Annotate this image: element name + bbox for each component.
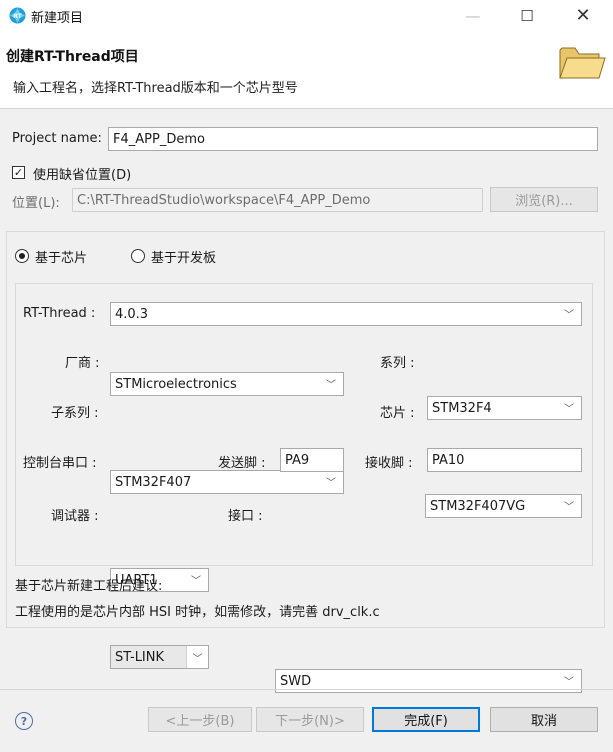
maximize-button[interactable]: ☐ — [504, 0, 550, 31]
rx-pin-label: 接收脚 : — [365, 456, 413, 471]
rx-pin-input[interactable]: PA10 — [427, 448, 582, 472]
vendor-label: 厂商 : — [65, 356, 100, 371]
series-label: 系列 : — [380, 356, 415, 371]
vendor-value: STMicroelectronics — [115, 376, 237, 392]
series-value: STM32F4 — [432, 400, 492, 416]
rtthread-version-label: RT-Thread : — [23, 306, 96, 321]
banner-description: 输入工程名，选择RT-Thread版本和一个芯片型号 — [13, 81, 298, 96]
open-folder-icon — [557, 42, 607, 82]
project-name-input[interactable]: F4_APP_Demo — [108, 127, 598, 151]
debugger-value: ST-LINK — [115, 649, 165, 665]
chevron-down-icon: ﹀ — [186, 646, 208, 668]
subseries-select[interactable]: STM32F407 ﹀ — [110, 470, 344, 494]
advice-heading: 基于芯片新建工程后建议: — [15, 579, 163, 594]
chip-value: STM32F407VG — [430, 498, 526, 514]
window-title: 新建项目 — [31, 11, 84, 26]
subseries-value: STM32F407 — [115, 474, 192, 490]
location-label: 位置(L): — [12, 196, 60, 211]
footer-divider — [0, 689, 613, 690]
chevron-down-icon: ﹀ — [326, 477, 336, 489]
use-default-location-label: 使用缺省位置(D) — [33, 168, 132, 183]
header-banner — [0, 31, 613, 109]
close-button[interactable]: ✕ — [560, 0, 606, 31]
chip-select[interactable]: STM32F407VG ﹀ — [425, 494, 582, 518]
vendor-select[interactable]: STMicroelectronics ﹀ — [110, 372, 344, 396]
chevron-down-icon: ﹀ — [564, 676, 574, 688]
location-input[interactable]: C:\RT-ThreadStudio\workspace\F4_APP_Demo — [72, 188, 483, 212]
rtthread-version-value: 4.0.3 — [115, 306, 149, 322]
cancel-button[interactable]: 取消 — [490, 707, 598, 732]
tx-pin-label: 发送脚 : — [218, 456, 266, 471]
tx-pin-input[interactable]: PA9 — [280, 448, 344, 472]
svg-text:RT: RT — [13, 13, 22, 20]
help-icon[interactable]: ? — [15, 712, 33, 730]
advice-text: 工程使用的是芯片内部 HSI 时钟，如需修改，请完善 drv_clk.c — [15, 605, 380, 620]
rt-thread-app-icon: RT — [9, 7, 26, 24]
chip-label: 芯片 : — [380, 406, 415, 421]
back-button[interactable]: <上一步(B) — [148, 707, 252, 732]
finish-button[interactable]: 完成(F) — [372, 707, 480, 732]
series-select[interactable]: STM32F4 ﹀ — [427, 396, 582, 420]
console-uart-label: 控制台串口 : — [23, 456, 97, 471]
use-default-location-checkbox[interactable]: ✓ — [12, 166, 25, 179]
chevron-down-icon: ﹀ — [564, 501, 574, 513]
radio-board[interactable] — [131, 249, 145, 263]
banner-title: 创建RT-Thread项目 — [6, 49, 139, 65]
debugger-label: 调试器 : — [51, 509, 99, 524]
minimize-button[interactable]: — — [450, 0, 496, 31]
radio-chip[interactable] — [15, 249, 29, 263]
project-name-label: Project name: — [12, 131, 102, 146]
debugger-select[interactable]: ST-LINK ﹀ — [110, 645, 209, 669]
next-button[interactable]: 下一步(N)> — [256, 707, 364, 732]
subseries-label: 子系列 : — [51, 406, 99, 421]
browse-button[interactable]: 浏览(R)... — [490, 187, 598, 212]
chevron-down-icon: ﹀ — [564, 403, 574, 415]
chevron-down-icon: ﹀ — [564, 309, 574, 321]
interface-value: SWD — [280, 673, 312, 689]
interface-label: 接口 : — [228, 509, 263, 524]
radio-chip-label: 基于芯片 — [35, 251, 88, 266]
rtthread-version-select[interactable]: 4.0.3 ﹀ — [110, 302, 582, 326]
radio-board-label: 基于开发板 — [151, 251, 217, 266]
chevron-down-icon: ﹀ — [191, 575, 201, 587]
chevron-down-icon: ﹀ — [326, 379, 336, 391]
